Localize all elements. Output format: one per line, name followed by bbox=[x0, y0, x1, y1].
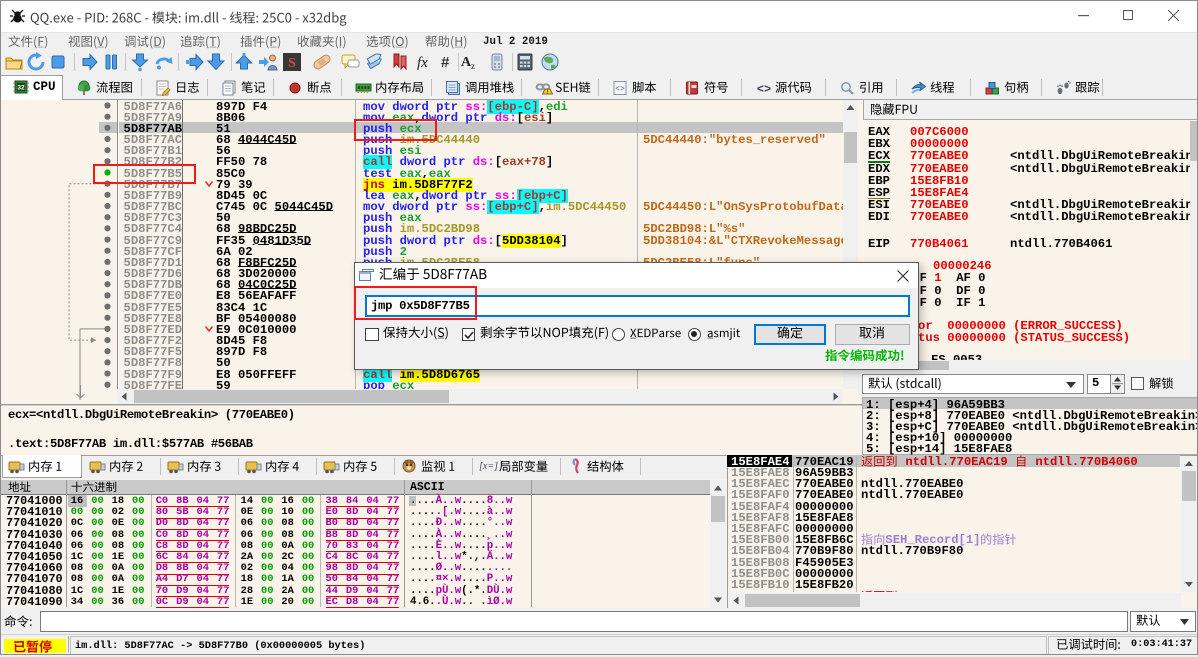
svg-text:z: z bbox=[471, 61, 475, 71]
svg-text:<>: <> bbox=[615, 85, 625, 94]
svg-text:fx: fx bbox=[417, 55, 428, 71]
svg-text:32: 32 bbox=[17, 85, 25, 92]
svg-text:#: # bbox=[441, 54, 450, 71]
svg-text:!: ! bbox=[546, 90, 548, 96]
svg-text:S: S bbox=[288, 56, 296, 71]
